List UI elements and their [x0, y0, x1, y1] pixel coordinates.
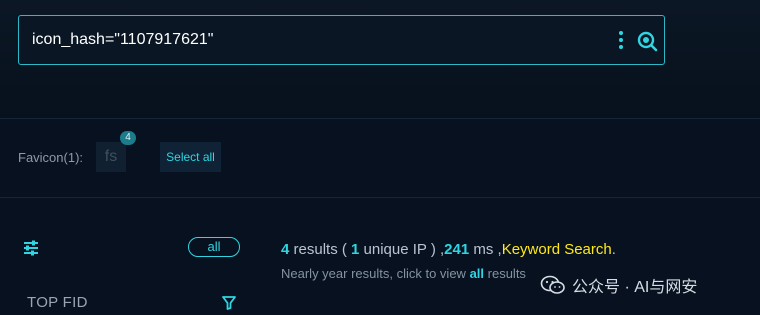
search-input[interactable] [32, 27, 592, 53]
more-vertical-icon[interactable] [617, 30, 625, 50]
divider [0, 118, 760, 119]
results-hint-suffix: results [484, 266, 526, 281]
select-all-button[interactable]: Select all [160, 142, 221, 172]
top-fid-heading: TOP FID [27, 294, 88, 311]
keyword-search-link[interactable]: Keyword Search [502, 241, 612, 258]
wechat-icon [540, 275, 565, 294]
sliders-icon[interactable] [22, 240, 40, 256]
divider [0, 197, 760, 198]
unique-ip-label: unique IP ) , [359, 241, 445, 258]
favicon-thumbnail[interactable]: fs [96, 142, 126, 172]
query-time: 241 [444, 241, 470, 258]
results-summary: 4 results ( 1 unique IP ) ,241 ms ,Keywo… [281, 241, 616, 258]
search-icon[interactable] [636, 30, 658, 52]
query-time-label: ms , [469, 241, 502, 258]
results-period: . [611, 241, 616, 258]
watermark-text: 公众号 · AI与网安 [572, 279, 698, 296]
search-box[interactable] [18, 15, 665, 65]
funnel-icon[interactable] [222, 296, 236, 310]
favicon-count-badge: 4 [120, 131, 136, 145]
results-hint-prefix: Nearly year results, click to view [281, 266, 470, 281]
result-count-label: results ( [289, 241, 352, 258]
favicon-label: Favicon(1): [18, 150, 84, 165]
all-filter-button[interactable]: all [188, 237, 240, 257]
results-hint: Nearly year results, click to view all r… [281, 266, 526, 281]
view-all-link[interactable]: all [470, 266, 484, 281]
watermark: 公众号 · AI与网安 [540, 272, 697, 298]
